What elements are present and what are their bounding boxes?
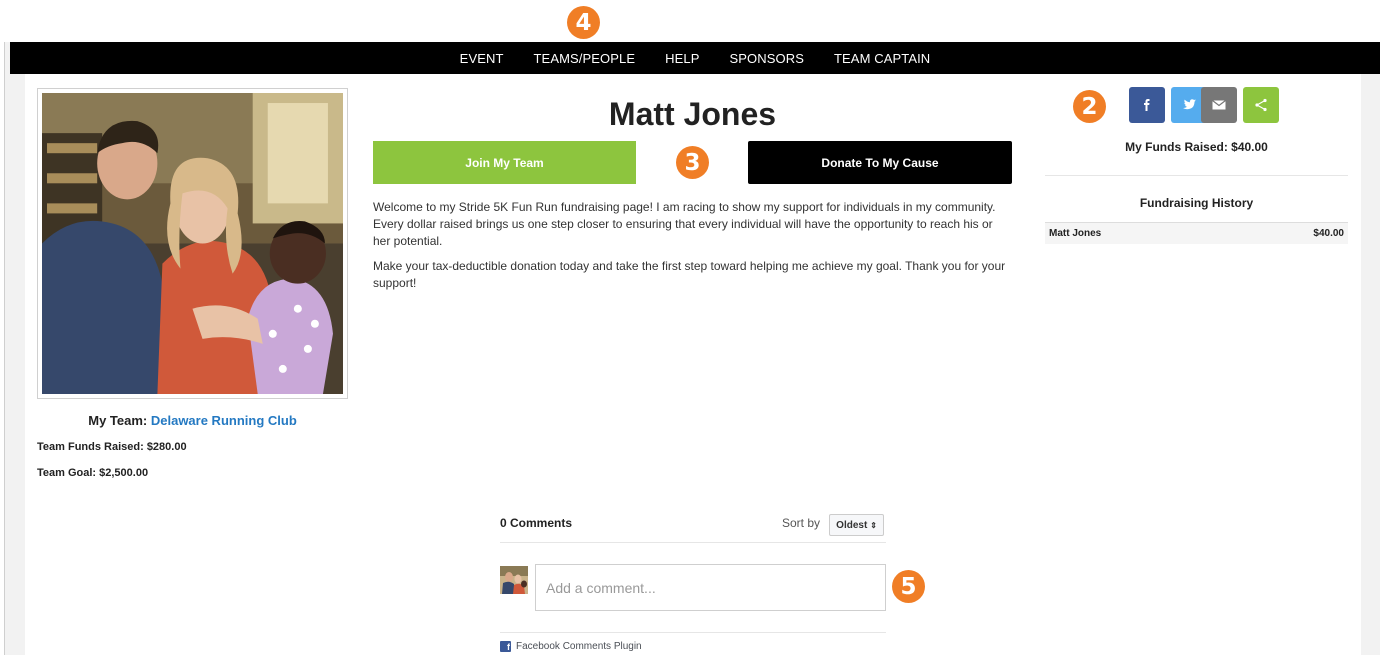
description: Welcome to my Stride 5K Fun Run fundrais…: [373, 199, 1013, 300]
team-link[interactable]: Delaware Running Club: [151, 413, 297, 428]
share-icon: [1255, 98, 1267, 112]
sort-select-value: Oldest: [836, 519, 868, 531]
twitter-icon: [1183, 99, 1196, 110]
donate-button[interactable]: Donate To My Cause: [748, 141, 1012, 184]
comments-header: 0 Comments Sort by Oldest ⇕: [500, 514, 886, 543]
nav-sponsors[interactable]: SPONSORS: [730, 51, 804, 66]
sort-label: Sort by: [781, 516, 820, 530]
history-row: Matt Jones $40.00: [1045, 222, 1348, 244]
comment-count: 0 Comments: [500, 516, 573, 530]
join-team-button[interactable]: Join My Team: [373, 141, 636, 184]
callout-badge-5: 5: [892, 570, 925, 603]
nav-event[interactable]: EVENT: [460, 51, 504, 66]
my-team-label: My Team:: [88, 413, 148, 428]
description-paragraph-2: Make your tax-deductible donation today …: [373, 259, 1006, 290]
facebook-icon: [1144, 99, 1150, 111]
facebook-logo-icon: f: [500, 641, 511, 652]
my-team-line: My Team: Delaware Running Club: [37, 413, 348, 428]
callout-badge-3: 3: [676, 146, 709, 179]
callout-badge-4: 4: [567, 6, 600, 39]
fundraising-history-title: Fundraising History: [1139, 196, 1254, 210]
facebook-share-button[interactable]: [1129, 87, 1165, 123]
profile-photo-image: [42, 93, 343, 394]
top-navbar: EVENT TEAMS/PEOPLE HELP SPONSORS TEAM CA…: [10, 42, 1380, 74]
nav-help[interactable]: HELP: [665, 51, 699, 66]
email-icon: [1212, 100, 1226, 110]
profile-photo: [37, 88, 348, 399]
nav-teams-people[interactable]: TEAMS/PEOPLE: [534, 51, 636, 66]
my-funds-raised: My Funds Raised: $40.00: [1125, 140, 1268, 154]
share-button[interactable]: [1243, 87, 1279, 123]
sort-arrows-icon: ⇕: [870, 520, 877, 530]
nav-team-captain[interactable]: TEAM CAPTAIN: [834, 51, 930, 66]
plugin-label: Facebook Comments Plugin: [516, 641, 642, 652]
page-title: Matt Jones: [608, 96, 777, 132]
description-paragraph-1: Welcome to my Stride 5K Fun Run fundrais…: [373, 200, 996, 248]
history-amount: $40.00: [1313, 228, 1344, 239]
sidebar-divider: [1045, 175, 1348, 176]
comment-input[interactable]: [535, 564, 886, 611]
callout-badge-2: 2: [1073, 90, 1106, 123]
sort-select[interactable]: Oldest ⇕: [829, 514, 884, 536]
email-share-button[interactable]: [1201, 87, 1237, 123]
team-goal: Team Goal: $2,500.00: [37, 467, 149, 479]
facebook-comments-plugin[interactable]: f Facebook Comments Plugin: [500, 641, 642, 652]
history-donor-name: Matt Jones: [1049, 228, 1102, 239]
avatar: [500, 566, 528, 594]
team-funds-raised: Team Funds Raised: $280.00: [37, 441, 187, 453]
plugin-divider: [500, 632, 886, 633]
